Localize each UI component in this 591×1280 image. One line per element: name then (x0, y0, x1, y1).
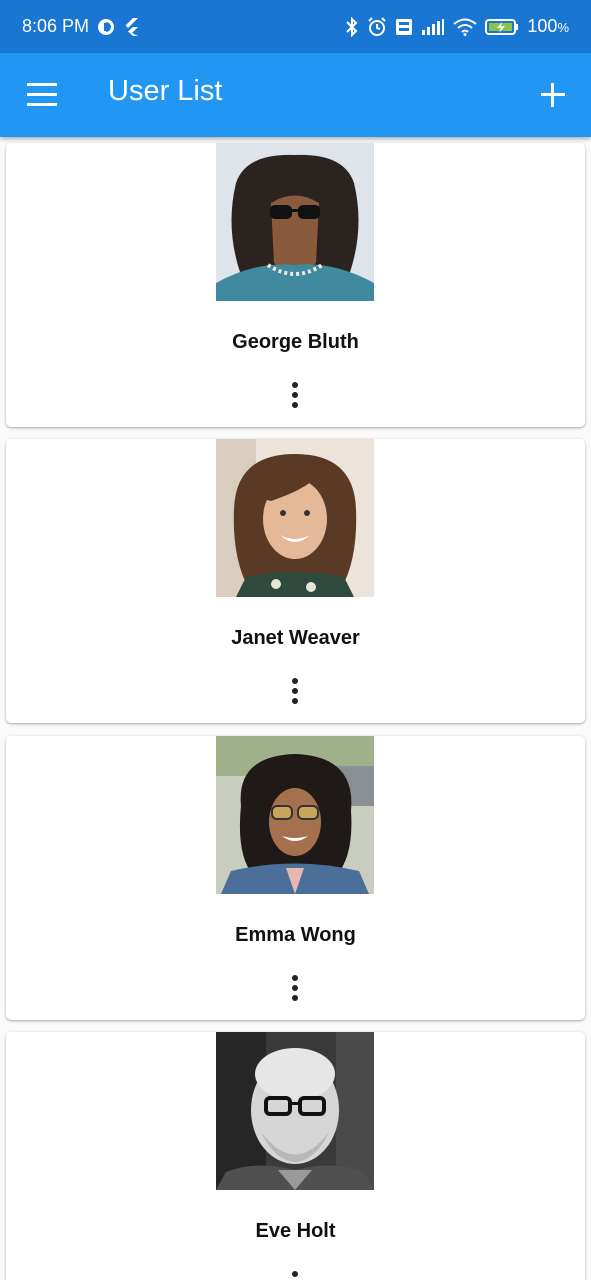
flutter-icon (123, 17, 139, 37)
battery-level: 100% (527, 16, 569, 37)
user-name: Emma Wong (235, 924, 356, 946)
clock: 8:06 PM (22, 16, 90, 36)
user-name: Janet Weaver (231, 627, 360, 649)
more-vert-icon[interactable] (281, 1268, 309, 1280)
app-bar: User List (0, 53, 591, 137)
user-card[interactable]: Eve Holt (6, 1032, 585, 1280)
plus-icon[interactable] (535, 77, 571, 113)
more-vert-icon[interactable] (281, 675, 309, 709)
alarm-icon (367, 16, 387, 37)
signal-icon (421, 18, 445, 36)
app-notification-icon (97, 18, 115, 36)
hamburger-menu-icon[interactable] (24, 79, 60, 111)
user-card[interactable]: Janet Weaver (6, 439, 585, 723)
more-vert-icon[interactable] (281, 379, 309, 413)
avatar (216, 143, 374, 301)
avatar (216, 439, 374, 597)
volte-icon (395, 18, 413, 36)
battery-charging-icon (485, 18, 519, 36)
user-card[interactable]: George Bluth (6, 143, 585, 427)
avatar (216, 1032, 374, 1190)
status-bar-left: 8:06 PM (22, 16, 139, 37)
avatar (216, 736, 374, 894)
user-card[interactable]: Emma Wong (6, 736, 585, 1020)
user-name: Eve Holt (255, 1220, 336, 1242)
page-title: User List (108, 75, 223, 107)
wifi-icon (453, 18, 478, 36)
status-bar: 8:06 PM 100% (0, 0, 591, 53)
more-vert-icon[interactable] (281, 972, 309, 1006)
user-name: George Bluth (232, 331, 359, 353)
battery-unit: % (557, 20, 569, 35)
bluetooth-icon (345, 16, 359, 37)
status-bar-right: 100% (345, 16, 569, 37)
battery-percent: 100 (527, 16, 558, 36)
user-list[interactable]: George Bluth Janet Weaver Emma Wong Eve … (0, 137, 591, 1280)
